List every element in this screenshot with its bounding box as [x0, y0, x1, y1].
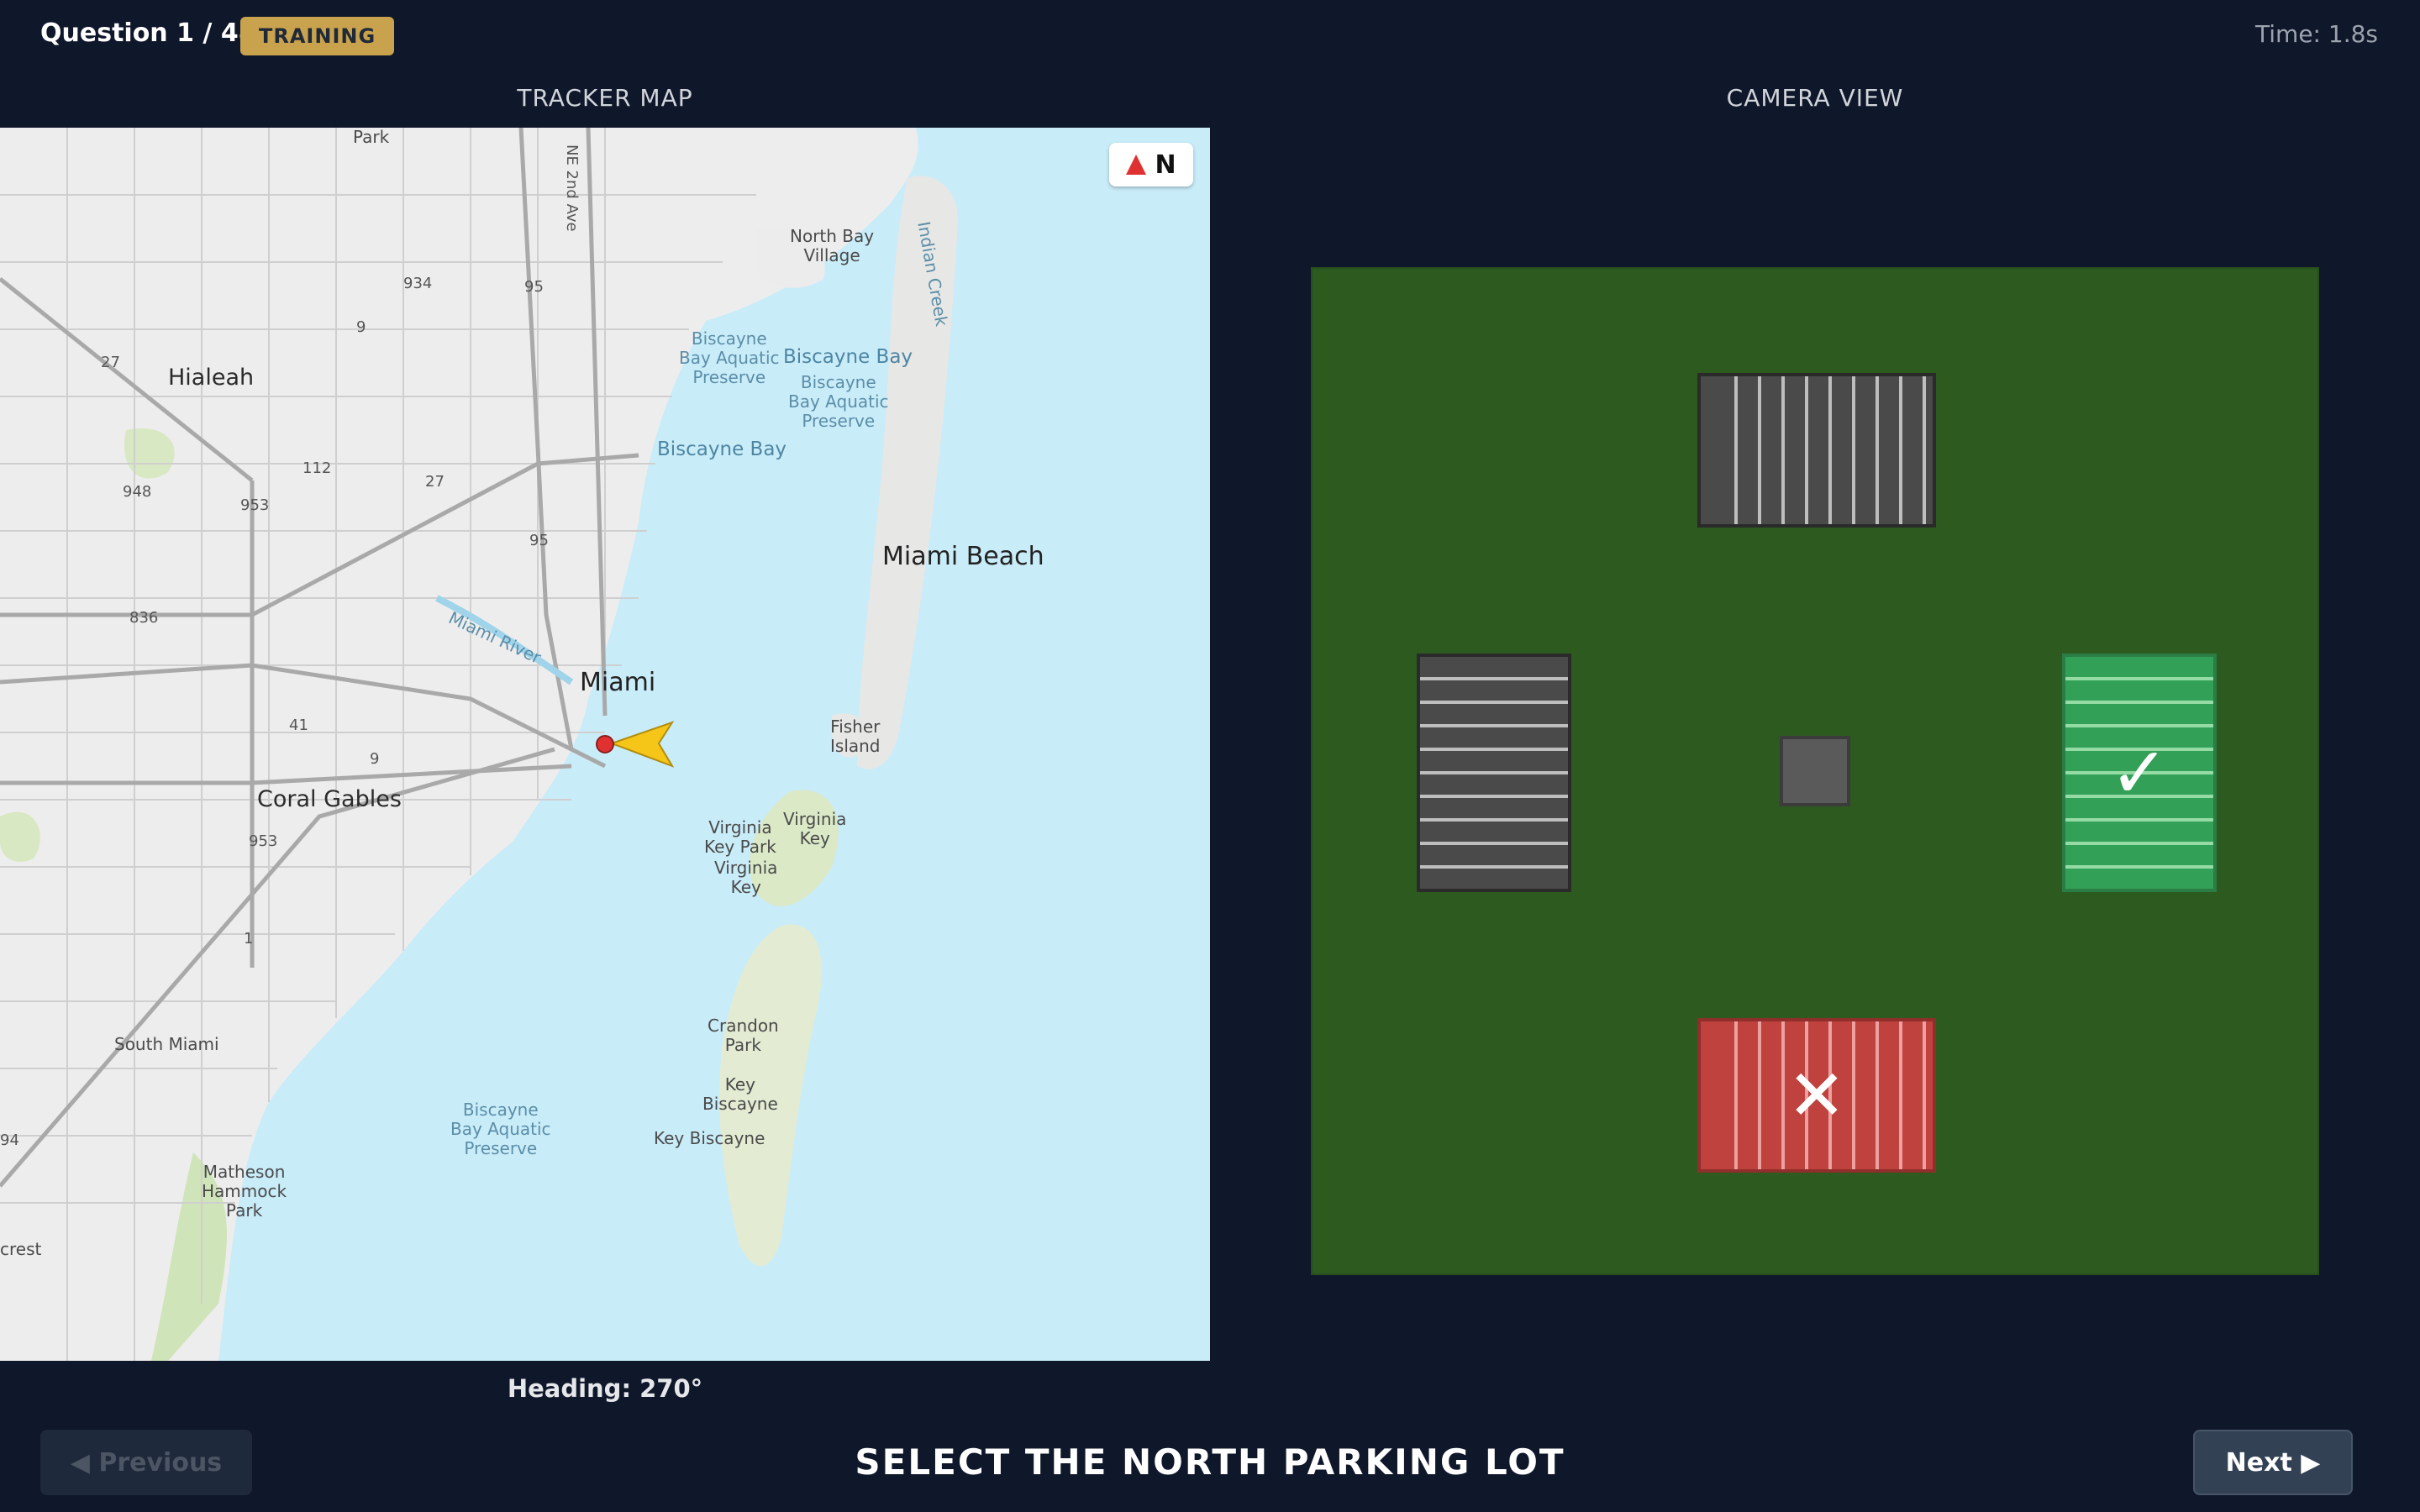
map-label-r112: 112	[302, 459, 332, 477]
map-label-r1: 1	[244, 930, 254, 948]
camera-view: ✓ ✕	[1311, 267, 2319, 1275]
map-label-r948: 948	[123, 483, 152, 501]
map-label-south-miami: South Miami	[114, 1034, 219, 1054]
tracker-map[interactable]: Park NE 2nd Ave North Bay Village Indian…	[0, 128, 1210, 1361]
map-label-virginia-key-2: Virginia Key	[714, 858, 778, 897]
observer-marker	[1780, 736, 1850, 806]
map-label-matheson: Matheson Hammock Park	[202, 1162, 287, 1221]
parking-lot-west[interactable]	[1417, 654, 1571, 892]
tracker-arrow	[609, 721, 675, 768]
map-label-key-biscayne-1: Key Biscayne	[702, 1074, 778, 1114]
map-label-r41: 41	[289, 717, 308, 734]
map-label-biscayne-bay-2: Biscayne Bay	[657, 438, 787, 460]
question-counter: Question 1 / 48	[40, 18, 256, 48]
map-label-north-bay-village: North Bay Village	[790, 226, 875, 265]
north-arrow-icon	[1126, 155, 1147, 175]
map-graphics	[0, 128, 958, 1361]
map-label-biscayne-bay-1: Biscayne Bay	[783, 346, 913, 368]
map-label-biscayne-preserve-1: Biscayne Bay Aquatic Preserve	[679, 328, 780, 387]
map-label-biscayne-preserve-3: Biscayne Bay Aquatic Preserve	[450, 1100, 551, 1158]
compass: N	[1109, 143, 1193, 186]
checkmark-icon: ✓	[2109, 732, 2170, 814]
instruction-text: SELECT THE NORTH PARKING LOT	[855, 1441, 1565, 1483]
map-label-r953a: 953	[240, 496, 270, 514]
camera-view-title: CAMERA VIEW	[1726, 84, 1904, 112]
map-label-virginia-key-1: Virginia Key	[783, 809, 847, 848]
map-label-ne-2nd-ave: NE 2nd Ave	[563, 144, 581, 232]
heading-readout: Heading: 270°	[507, 1374, 703, 1403]
map-label-crest: crest	[0, 1239, 42, 1259]
compass-label: N	[1155, 150, 1176, 180]
map-label-crandon-park: Crandon Park	[708, 1016, 779, 1055]
map-label-r9b: 9	[370, 750, 380, 768]
map-label-r95b: 95	[529, 532, 549, 549]
map-label-r934: 934	[403, 275, 433, 292]
map-label-coral-gables: Coral Gables	[257, 786, 402, 812]
map-label-r9: 9	[356, 318, 366, 336]
next-button[interactable]: Next ▶	[2193, 1430, 2353, 1495]
map-label-r27a: 27	[101, 354, 120, 371]
map-label-key-biscayne-2: Key Biscayne	[654, 1128, 765, 1148]
map-label-park: Park	[353, 128, 390, 147]
map-label-hialeah: Hialeah	[168, 365, 255, 391]
training-badge: TRAINING	[240, 17, 395, 55]
map-label-fisher-island: Fisher Island	[830, 717, 881, 756]
map-label-r27b: 27	[425, 473, 445, 491]
cross-icon: ✕	[1786, 1054, 1847, 1137]
map-label-virginia-key-park: Virginia Key Park	[704, 817, 776, 857]
map-label-r836: 836	[129, 609, 159, 627]
tracker-map-title: TRACKER MAP	[517, 84, 693, 112]
parking-lot-east[interactable]: ✓	[2062, 654, 2217, 892]
parking-lot-north[interactable]	[1697, 373, 1936, 528]
map-label-r953b: 953	[249, 832, 278, 850]
map-label-r94: 94	[0, 1131, 19, 1149]
position-dot	[596, 735, 614, 753]
timer: Time: 1.8s	[2255, 20, 2378, 48]
map-label-r95a: 95	[524, 278, 544, 296]
map-label-miami-beach: Miami Beach	[882, 542, 1044, 571]
parking-lot-south[interactable]: ✕	[1697, 1018, 1936, 1173]
map-label-miami: Miami	[580, 668, 656, 697]
map-label-biscayne-preserve-2: Biscayne Bay Aquatic Preserve	[788, 372, 889, 431]
